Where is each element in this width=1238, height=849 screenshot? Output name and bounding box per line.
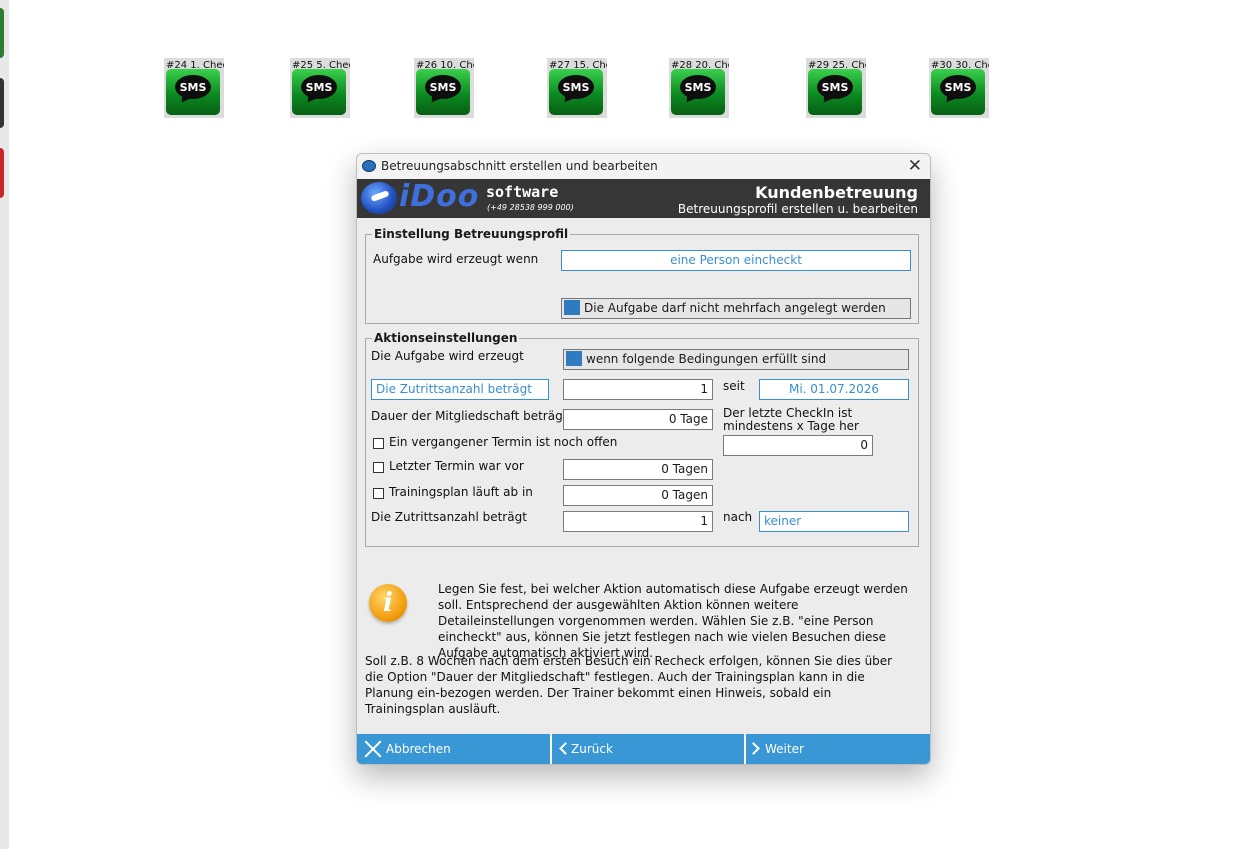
separator xyxy=(744,734,746,764)
profile-settings-group: Einstellung Betreuungsprofil Aufgabe wir… xyxy=(365,227,919,324)
close-icon[interactable]: ✕ xyxy=(908,156,922,176)
training-plan-checkbox[interactable] xyxy=(373,488,384,499)
sms-badge: SMS xyxy=(175,75,211,99)
info-icon: i xyxy=(369,584,407,622)
created-label: Die Aufgabe wird erzeugt xyxy=(371,349,524,363)
trigger-label: Aufgabe wird erzeugt wenn xyxy=(373,252,539,266)
sms-icon: SMS xyxy=(416,69,470,115)
open-appointment-checkbox[interactable] xyxy=(373,438,384,449)
sms-tile[interactable]: #26 10. Che SMS xyxy=(414,58,474,118)
sms-badge: SMS xyxy=(301,75,337,99)
since-label: seit xyxy=(723,379,745,393)
header-banner: iDoo software (+49 28538 999 000) Kunden… xyxy=(357,179,930,218)
dialog-titlebar[interactable]: Betreuungsabschnitt erstellen und bearbe… xyxy=(357,154,930,179)
dialog-footer: Abbrechen Zurück Weiter xyxy=(357,734,930,764)
sms-icon: SMS xyxy=(671,69,725,115)
trigger-select[interactable]: eine Person eincheckt xyxy=(561,250,911,271)
chevron-right-icon xyxy=(747,742,760,755)
training-plan-input[interactable]: 0 Tagen xyxy=(563,485,713,506)
separator xyxy=(550,734,552,764)
membership-label: Dauer der Mitgliedschaft beträgt xyxy=(371,409,568,423)
left-taskbar xyxy=(0,0,9,849)
sms-icon: SMS xyxy=(292,69,346,115)
after-label: nach xyxy=(723,510,753,524)
back-button-label: Zurück xyxy=(571,742,613,756)
logo-text: iDoo xyxy=(399,179,480,214)
sms-tile[interactable]: #28 20. Che SMS xyxy=(669,58,729,118)
condition-label: wenn folgende Bedingungen erfüllt sind xyxy=(586,352,827,366)
sms-icon: SMS xyxy=(931,69,985,115)
sms-tile[interactable]: #24 1. Chec SMS xyxy=(164,58,224,118)
access-count-input[interactable]: 1 xyxy=(563,379,713,400)
sms-badge: SMS xyxy=(680,75,716,99)
action-settings-legend: Aktionseinstellungen xyxy=(372,331,520,345)
taskbar-button-dark[interactable] xyxy=(0,78,4,128)
profile-settings-legend: Einstellung Betreuungsprofil xyxy=(372,227,571,241)
logo-phone: (+49 28538 999 000) xyxy=(487,203,574,212)
toggle-box xyxy=(564,300,580,315)
next-button[interactable]: Weiter xyxy=(744,734,930,764)
banner-subtitle: Betreuungsprofil erstellen u. bearbeiten xyxy=(677,202,918,216)
access-count2-label: Die Zutrittsanzahl beträgt xyxy=(371,510,527,524)
sms-tile[interactable]: #29 25. Che SMS xyxy=(806,58,866,118)
taskbar-button-red[interactable] xyxy=(0,148,4,198)
sms-icon: SMS xyxy=(166,69,220,115)
sms-tile[interactable]: #30 30. Che SMS xyxy=(929,58,989,118)
sms-icon: SMS xyxy=(549,69,603,115)
chevron-left-icon xyxy=(559,742,572,755)
next-button-label: Weiter xyxy=(765,742,804,756)
sms-badge: SMS xyxy=(425,75,461,99)
cancel-button[interactable]: Abbrechen xyxy=(357,734,550,764)
info-text-primary: Legen Sie fest, bei welcher Aktion autom… xyxy=(438,582,908,660)
sms-badge: SMS xyxy=(940,75,976,99)
training-plan-label: Trainingsplan läuft ab in xyxy=(389,485,533,499)
since-date-picker[interactable]: Mi. 01.07.2026 xyxy=(759,379,909,400)
action-settings-group: Aktionseinstellungen Die Aufgabe wird er… xyxy=(365,331,919,547)
condition-toggle[interactable]: wenn folgende Bedingungen erfüllt sind xyxy=(563,349,909,370)
toggle-box xyxy=(566,351,582,366)
sms-tile[interactable]: #27 15. Che SMS xyxy=(547,58,607,118)
after-select[interactable]: keiner xyxy=(759,511,909,532)
open-appointment-label: Ein vergangener Termin ist noch offen xyxy=(389,435,618,449)
last-appointment-label: Letzter Termin war vor xyxy=(389,459,524,473)
logo-icon xyxy=(361,182,397,214)
close-icon xyxy=(363,739,383,759)
membership-duration-input[interactable]: 0 Tage xyxy=(563,409,713,430)
back-button[interactable]: Zurück xyxy=(550,734,744,764)
info-text-secondary: Soll z.B. 8 Wochen nach dem ersten Besuc… xyxy=(365,654,893,716)
last-appointment-checkbox[interactable] xyxy=(373,462,384,473)
access-count2-input[interactable]: 1 xyxy=(563,511,713,532)
banner-title: Kundenbetreuung xyxy=(755,183,918,202)
sms-tile[interactable]: #25 5. Chec SMS xyxy=(290,58,350,118)
dialog-window: Betreuungsabschnitt erstellen und bearbe… xyxy=(356,153,931,765)
cancel-button-label: Abbrechen xyxy=(386,742,451,756)
dialog-title: Betreuungsabschnitt erstellen und bearbe… xyxy=(381,159,658,173)
last-checkin-input[interactable]: 0 xyxy=(723,435,873,456)
logo-software: software xyxy=(486,183,559,201)
app-icon xyxy=(362,160,376,172)
access-count-select[interactable]: Die Zutrittsanzahl beträgt xyxy=(371,379,549,400)
no-duplicate-label: Die Aufgabe darf nicht mehrfach angelegt… xyxy=(584,301,886,315)
taskbar-button-green[interactable] xyxy=(0,8,4,58)
no-duplicate-toggle[interactable]: Die Aufgabe darf nicht mehrfach angelegt… xyxy=(561,298,911,319)
sms-badge: SMS xyxy=(817,75,853,99)
last-appointment-input[interactable]: 0 Tagen xyxy=(563,459,713,480)
sms-badge: SMS xyxy=(558,75,594,99)
sms-icon: SMS xyxy=(808,69,862,115)
last-checkin-label: Der letzte CheckIn ist mindestens x Tage… xyxy=(723,406,859,433)
